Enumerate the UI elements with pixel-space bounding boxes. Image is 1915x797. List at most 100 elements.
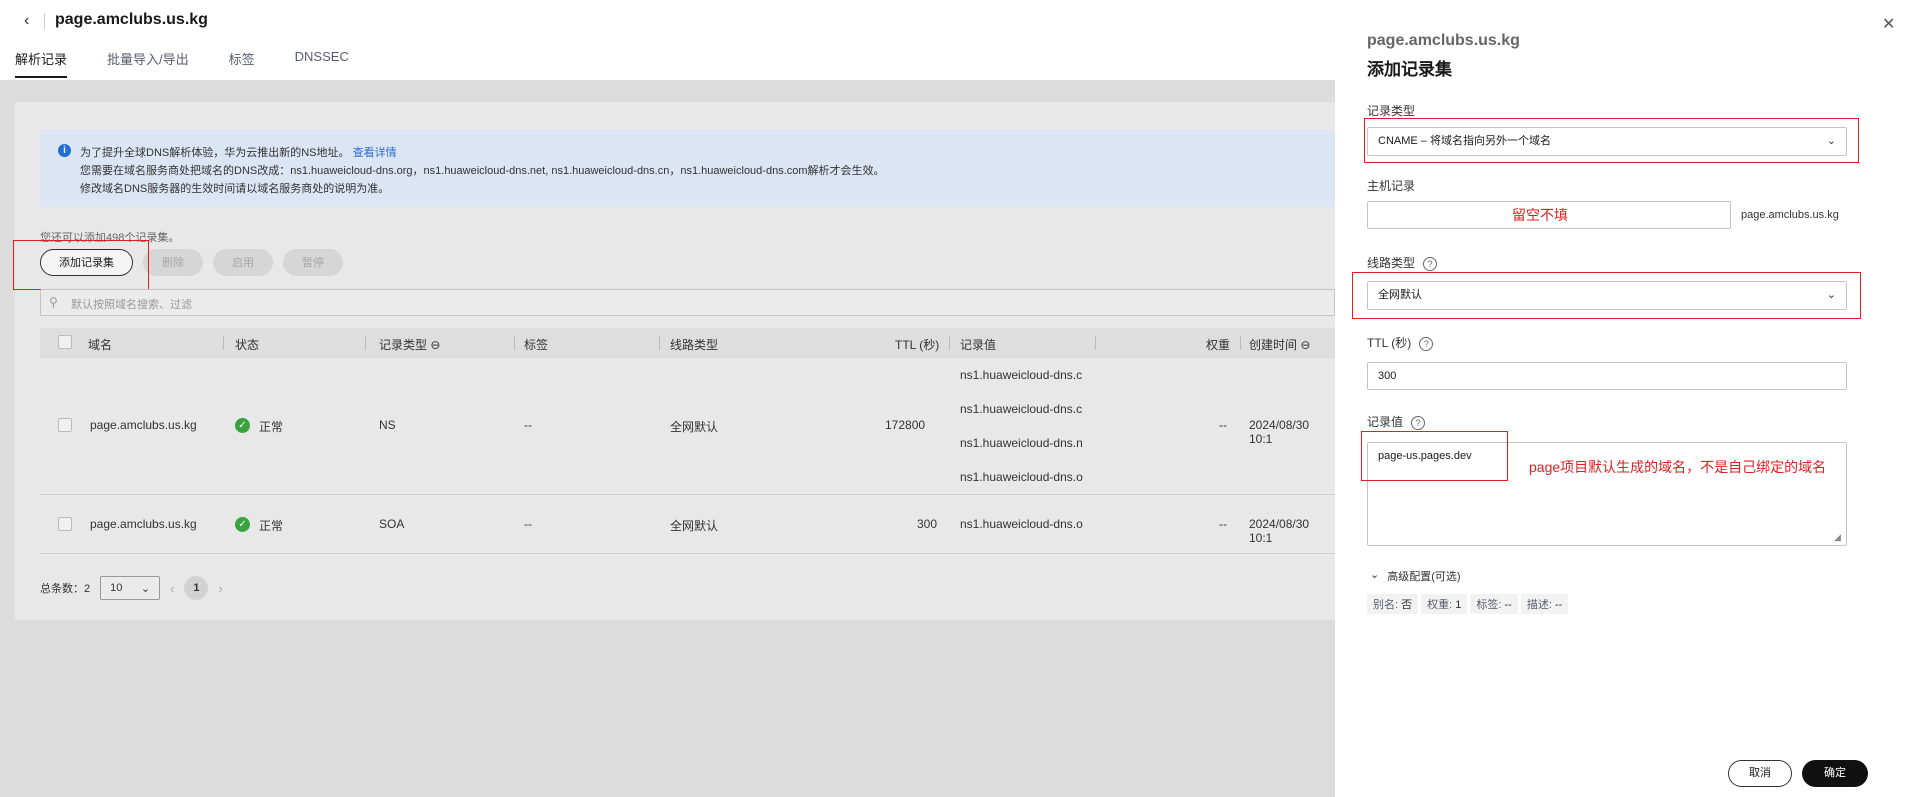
tab-records[interactable]: 解析记录	[15, 49, 68, 78]
row-value: ns1.huaweicloud-dns.n	[960, 436, 1083, 450]
drawer-domain: page.amclubs.us.kg	[1367, 32, 1520, 49]
row-value: ns1.huaweicloud-dns.c	[960, 402, 1083, 416]
tab-bar: 解析记录 批量导入/导出 标签 DNSSEC	[15, 49, 349, 78]
ttl-input[interactable]: 300	[1367, 362, 1847, 390]
row-line: 全网默认	[670, 519, 719, 533]
select-all-checkbox[interactable]	[58, 335, 72, 349]
close-icon[interactable]: ✕	[1882, 14, 1895, 34]
chip-value: --	[1504, 599, 1512, 611]
host-suffix: page.amclubs.us.kg	[1741, 209, 1839, 221]
col-weight: 权重	[1206, 338, 1231, 352]
next-page-icon[interactable]: ›	[218, 581, 222, 596]
check-circle-icon: ✓	[235, 517, 250, 532]
annotation-box-record-value	[1361, 431, 1508, 481]
row-value: ns1.huaweicloud-dns.c	[960, 368, 1083, 382]
top-bar: ‹ page.amclubs.us.kg 解析记录 批量导入/导出 标签 DNS…	[0, 0, 1335, 80]
divider	[44, 13, 45, 29]
row-value: ns1.huaweicloud-dns.o	[960, 517, 1083, 531]
cancel-button[interactable]: 取消	[1728, 760, 1792, 787]
tab-dnssec[interactable]: DNSSEC	[295, 49, 349, 78]
prev-page-icon[interactable]: ‹	[170, 581, 174, 596]
row-created: 2024/08/30 10:1	[1249, 418, 1310, 446]
row-domain: page.amclubs.us.kg	[90, 517, 197, 531]
row-value: ns1.huaweicloud-dns.o	[960, 470, 1083, 484]
annotation-box-add-button	[13, 240, 149, 290]
delete-button[interactable]: 删除	[143, 249, 203, 276]
row-tag: --	[524, 517, 532, 531]
pause-button[interactable]: 暂停	[283, 249, 343, 276]
row-weight: --	[1219, 418, 1227, 432]
col-divider	[1095, 336, 1096, 350]
row-checkbox[interactable]	[58, 418, 72, 432]
host-label: 主机记录	[1367, 179, 1416, 193]
col-divider	[949, 336, 950, 350]
view-details-link[interactable]: 查看详情	[353, 147, 397, 159]
row-status: 正常	[259, 519, 284, 533]
total-count: 总条数：2	[40, 583, 91, 595]
col-domain: 域名	[88, 338, 113, 352]
notice-line-2: 您需要在域名服务商处把域名的DNS改成：ns1.huaweicloud-dns.…	[80, 165, 885, 177]
tab-import-export[interactable]: 批量导入/导出	[107, 49, 189, 78]
col-tag: 标签	[524, 338, 549, 352]
col-type[interactable]: 记录类型 ⊖	[379, 336, 440, 353]
chevron-down-icon: ⌄	[1370, 569, 1380, 581]
sort-icon[interactable]: ⊖	[1300, 338, 1310, 352]
col-type-label: 记录类型	[379, 338, 428, 352]
page-title: page.amclubs.us.kg	[55, 11, 208, 28]
tag-chip: 标签: --	[1470, 594, 1518, 614]
col-created: 创建时间 ⊖	[1249, 336, 1310, 353]
chip-key: 描述:	[1526, 599, 1552, 611]
help-icon[interactable]: ?	[1419, 336, 1434, 351]
col-divider	[514, 336, 515, 350]
search-icon: ⚲	[49, 295, 58, 309]
confirm-button[interactable]: 确定	[1802, 760, 1868, 787]
pagination: 总条数：2 10 ⌄ ‹ 1 ›	[40, 576, 223, 600]
line-type-label-text: 线路类型	[1367, 256, 1416, 270]
alias-chip: 别名: 否	[1367, 594, 1419, 614]
row-tag: --	[524, 418, 532, 432]
value-label-text: 记录值	[1367, 415, 1404, 429]
line-type-label: 线路类型?	[1367, 254, 1438, 271]
back-arrow-icon[interactable]: ‹	[24, 12, 38, 30]
chip-value: 1	[1455, 599, 1462, 611]
notice-text: 为了提升全球DNS解析体验，华为云推出新的NS地址。 查看详情 您需要在域名服务…	[80, 144, 885, 198]
search-input[interactable]: ⚲ 默认按照域名搜索、过滤	[40, 289, 1335, 316]
row-type: SOA	[379, 517, 405, 531]
col-status: 状态	[235, 338, 260, 352]
filter-icon[interactable]: ⊖	[430, 338, 440, 352]
notice-line-3: 修改域名DNS服务器的生效时间请以域名服务商处的说明为准。	[80, 183, 390, 195]
col-divider	[223, 336, 224, 350]
drawer-title: 添加记录集	[1367, 60, 1452, 79]
row-created: 2024/08/30 10:1	[1249, 517, 1310, 545]
table-header: 域名 状态 记录类型 ⊖ 标签 线路类型 TTL (秒) 记录值 权重 创建时间…	[40, 328, 1335, 358]
resize-handle-icon[interactable]: ◢	[1834, 532, 1841, 543]
chip-key: 标签:	[1476, 599, 1502, 611]
enable-button[interactable]: 启用	[213, 249, 273, 276]
table-row: page.amclubs.us.kg ✓ 正常 NS -- 全网默认 17280…	[40, 358, 1335, 495]
search-placeholder: 默认按照域名搜索、过滤	[71, 299, 192, 311]
annotation-box-line-type	[1352, 272, 1861, 319]
value-label: 记录值?	[1367, 413, 1426, 430]
info-icon: i	[58, 144, 71, 157]
current-page[interactable]: 1	[184, 576, 209, 600]
page-size-select[interactable]: 10 ⌄	[100, 576, 161, 600]
chevron-down-icon: ⌄	[140, 582, 151, 595]
col-divider	[659, 336, 660, 350]
tab-tags[interactable]: 标签	[229, 49, 255, 78]
row-ttl: 300	[917, 517, 938, 531]
row-status: 正常	[259, 420, 284, 434]
annotation-box-record-type	[1364, 118, 1859, 163]
row-checkbox[interactable]	[58, 517, 72, 531]
ttl-label: TTL (秒)?	[1367, 334, 1434, 351]
col-line: 线路类型	[670, 338, 719, 352]
advanced-config-label: 高级配置(可选)	[1387, 571, 1461, 583]
record-type-label: 记录类型	[1367, 104, 1416, 118]
help-icon[interactable]: ?	[1423, 256, 1438, 271]
advanced-config-toggle[interactable]: ⌄ 高级配置(可选)	[1370, 568, 1461, 584]
col-ttl: TTL (秒)	[895, 338, 940, 352]
chip-value: 否	[1401, 599, 1413, 611]
description-chip: 描述: --	[1520, 594, 1569, 614]
help-icon[interactable]: ?	[1411, 415, 1426, 430]
ns-notice-banner: i 为了提升全球DNS解析体验，华为云推出新的NS地址。 查看详情 您需要在域名…	[40, 130, 1335, 207]
row-line: 全网默认	[670, 420, 719, 434]
